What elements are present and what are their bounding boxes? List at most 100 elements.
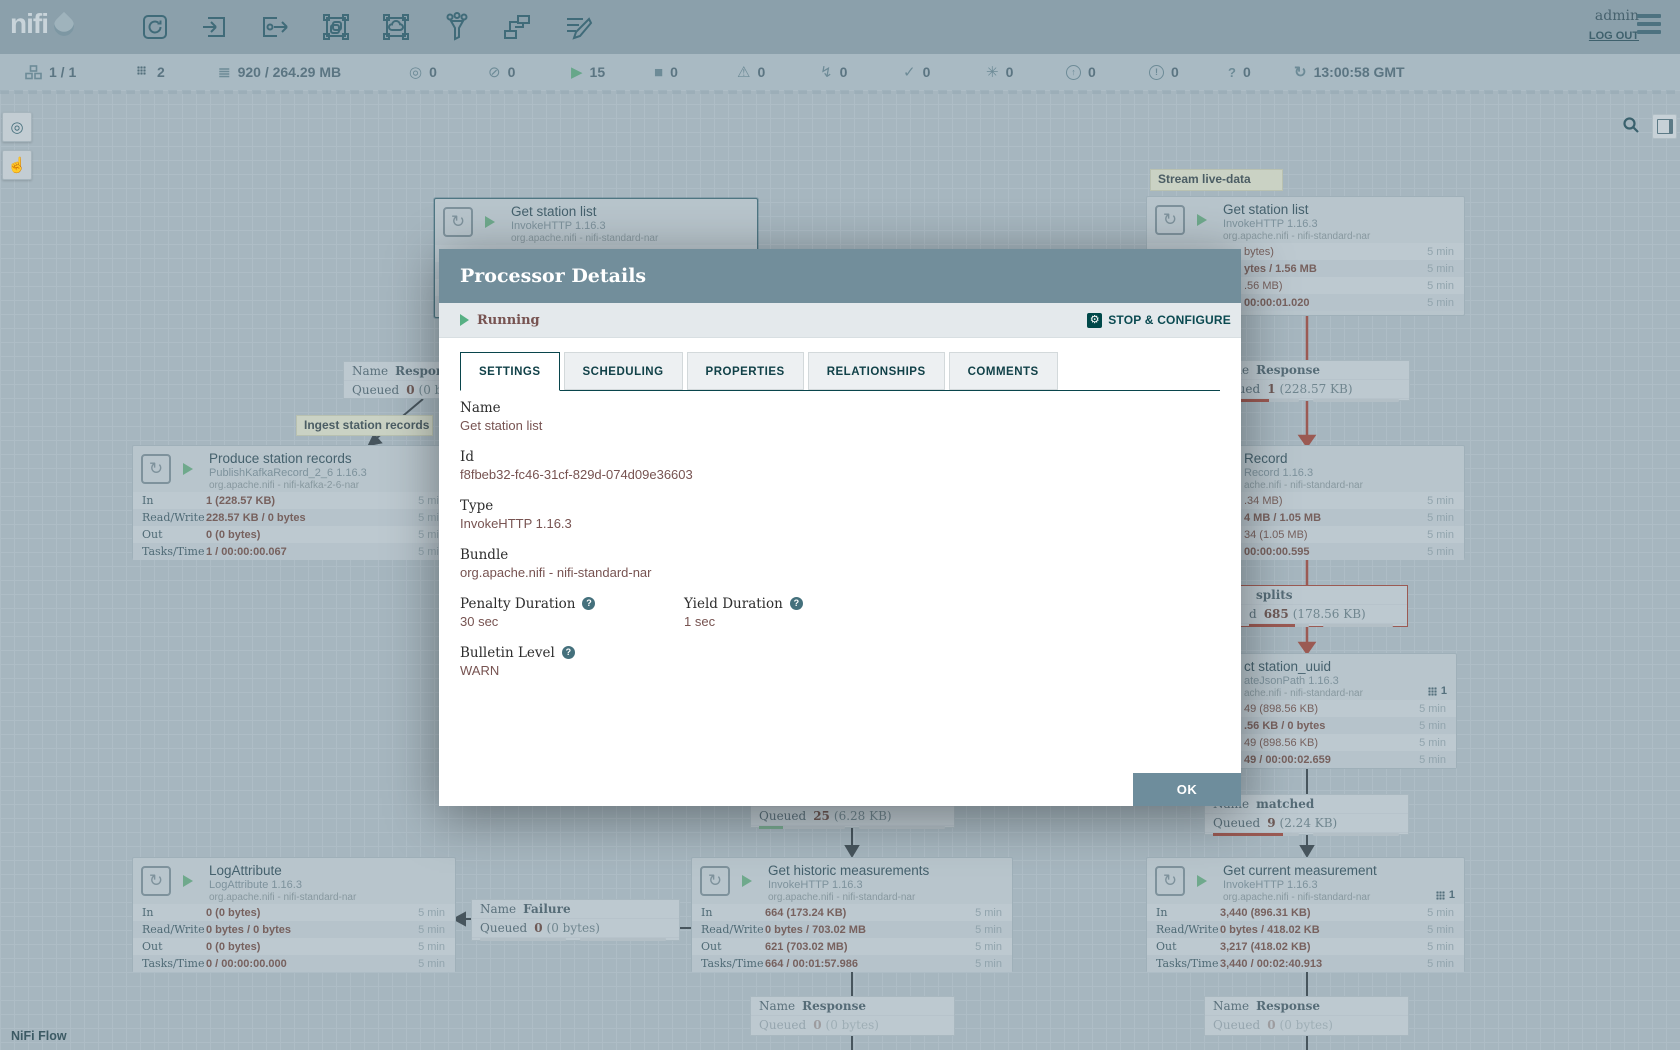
status-stopped: ■0 <box>654 54 678 90</box>
search-icon <box>1622 116 1640 134</box>
status-locally-modified: ✳0 <box>986 54 1013 90</box>
settings-fields: Name Get station list Id f8fbeb32-fc46-3… <box>439 391 1241 679</box>
birdseye-icon: ◎ <box>10 118 23 136</box>
connection-label-response-bottom-right[interactable]: NameResponse Queued0(0 bytes) <box>1204 996 1409 1036</box>
status-active-threads: 2 <box>137 54 165 90</box>
processor-bundle: org.apache.nifi - nifi-standard-nar <box>768 892 929 903</box>
status-sync-failure: ?0 <box>1228 54 1251 90</box>
running-indicator-icon <box>183 463 193 475</box>
connection-label-splits-partial[interactable]: splits d685(178.56 KB) <box>1230 585 1408 627</box>
nifi-app: nifi admin LOG OUT <box>0 0 1680 1050</box>
processor-details-dialog: Processor Details Running ⚙ STOP & CONFI… <box>439 249 1241 806</box>
operate-palette-button[interactable]: ☝ <box>2 150 32 180</box>
canvas-ticks <box>0 90 1680 94</box>
type-label: Type <box>460 497 1220 514</box>
processor-icon: ↻ <box>141 454 171 484</box>
processor-logattribute[interactable]: ↻ LogAttribute LogAttribute 1.16.3 org.a… <box>132 857 456 972</box>
global-menu-button[interactable] <box>1637 14 1661 38</box>
stop-and-configure-button[interactable]: ⚙ STOP & CONFIGURE <box>1087 313 1231 328</box>
status-running: ▶15 <box>571 54 605 90</box>
search-button[interactable] <box>1622 116 1640 139</box>
processor-type: InvokeHTTP 1.16.3 <box>768 879 929 891</box>
stat-row: Read/Write0 bytes / 703.02 MB5 min <box>692 921 1012 938</box>
help-icon[interactable]: ? <box>562 646 575 659</box>
cluster-icon <box>25 65 42 80</box>
type-value: InvokeHTTP 1.16.3 <box>460 516 1220 532</box>
processor-type: InvokeHTTP 1.16.3 <box>1223 218 1370 230</box>
connection-label-response-bottom-center[interactable]: NameResponse Queued0(0 bytes) <box>750 996 955 1036</box>
tab-properties[interactable]: PROPERTIES <box>687 352 804 390</box>
bulletin-level-value: WARN <box>460 663 1220 679</box>
active-thread-badge: 1 <box>1436 889 1455 901</box>
status-transmitting: ◎0 <box>409 54 437 90</box>
disabled-icon: ↯ <box>820 65 833 80</box>
stopped-icon: ■ <box>654 65 663 80</box>
processor-type: Record 1.16.3 <box>1244 467 1363 479</box>
connection-label-failure[interactable]: NameFailure Queued0(0 bytes) <box>471 899 680 941</box>
hand-icon: ☝ <box>8 156 27 174</box>
label-stream-live-data[interactable]: Stream live-data <box>1150 169 1283 191</box>
drag-template-button[interactable] <box>499 9 535 45</box>
processor-bundle: org.apache.nifi - nifi-standard-nar <box>209 892 356 903</box>
template-icon <box>501 11 533 43</box>
panel-toggle-button[interactable] <box>1652 114 1677 139</box>
stat-row: Tasks/Time0 / 00:00:00.0005 min <box>133 955 455 972</box>
yield-duration-value: 1 sec <box>684 614 908 630</box>
drag-output-port-button[interactable] <box>257 9 293 45</box>
stat-row: Out0 (0 bytes)5 min <box>133 938 455 955</box>
running-state-icon <box>460 314 469 326</box>
processor-type: InvokeHTTP 1.16.3 <box>511 220 658 232</box>
drag-process-group-button[interactable] <box>318 9 354 45</box>
stat-row: In3,440 (896.31 KB)5 min <box>1147 904 1464 921</box>
dialog-status-row: Running ⚙ STOP & CONFIGURE <box>439 303 1241 338</box>
stat-row: In664 (173.24 KB)5 min <box>692 904 1012 921</box>
running-indicator-icon <box>742 875 752 887</box>
status-queued: ≣ 920 / 264.29 MB <box>218 54 341 90</box>
processor-bundle: ache.nifi - nifi-standard-nar <box>1244 480 1363 491</box>
status-not-transmitting: ⊘0 <box>488 54 515 90</box>
stat-row: Read/Write0 bytes / 418.02 KB5 min <box>1147 921 1464 938</box>
drag-label-button[interactable] <box>560 9 596 45</box>
bundle-value: org.apache.nifi - nifi-standard-nar <box>460 565 1220 581</box>
processor-icon: ↻ <box>443 207 473 237</box>
processor-bundle: ache.nifi - nifi-standard-nar <box>1244 688 1363 699</box>
drag-processor-button[interactable] <box>137 9 173 45</box>
stat-row: In1 (228.57 KB)5 min <box>133 492 455 509</box>
processor-type: PublishKafkaRecord_2_6 1.16.3 <box>209 467 367 479</box>
penalty-duration-value: 30 sec <box>460 614 684 630</box>
processor-get-historic-measurements[interactable]: ↻ Get historic measurements InvokeHTTP 1… <box>691 857 1013 972</box>
sync-failure-icon: ? <box>1228 66 1236 79</box>
label-ingest-station-records[interactable]: Ingest station records <box>296 415 433 436</box>
drag-funnel-button[interactable] <box>439 9 475 45</box>
processor-title: Get historic measurements <box>768 863 929 878</box>
ok-button[interactable]: OK <box>1133 773 1241 806</box>
drag-input-port-button[interactable] <box>197 9 233 45</box>
output-port-icon <box>259 11 291 43</box>
help-icon[interactable]: ? <box>790 597 803 610</box>
drag-remote-process-group-button[interactable] <box>378 9 414 45</box>
processor-bundle: org.apache.nifi - nifi-standard-nar <box>511 233 658 244</box>
processor-title: Get station list <box>511 204 658 219</box>
tab-scheduling[interactable]: SCHEDULING <box>564 352 683 390</box>
locally-modified-stale-icon: ! <box>1149 65 1164 80</box>
running-indicator-icon <box>183 875 193 887</box>
bulletin-level-label: Bulletin Level? <box>460 644 1220 661</box>
help-icon[interactable]: ? <box>582 597 595 610</box>
processor-get-current-measurement[interactable]: ↻ Get current measurement InvokeHTTP 1.1… <box>1146 857 1465 972</box>
logout-link[interactable]: LOG OUT <box>1589 30 1639 42</box>
tab-relationships[interactable]: RELATIONSHIPS <box>808 352 945 390</box>
breadcrumb[interactable]: NiFi Flow <box>11 1029 67 1043</box>
dialog-title: Processor Details <box>439 249 1241 303</box>
running-state-label: Running <box>477 313 540 328</box>
tab-comments[interactable]: COMMENTS <box>949 352 1058 390</box>
current-user: admin <box>1595 8 1639 24</box>
processor-produce-station-records[interactable]: ↻ Produce station records PublishKafkaRe… <box>132 445 456 559</box>
processor-title: Get current measurement <box>1223 863 1377 878</box>
stale-icon: ↑ <box>1066 65 1081 80</box>
stat-row: Tasks/Time3,440 / 00:02:40.9135 min <box>1147 955 1464 972</box>
tab-settings[interactable]: SETTINGS <box>460 352 560 391</box>
navigate-palette-button[interactable]: ◎ <box>2 112 32 142</box>
processor-title: Get station list <box>1223 202 1370 217</box>
name-label: Name <box>460 399 1220 416</box>
remote-process-group-icon <box>380 11 412 43</box>
